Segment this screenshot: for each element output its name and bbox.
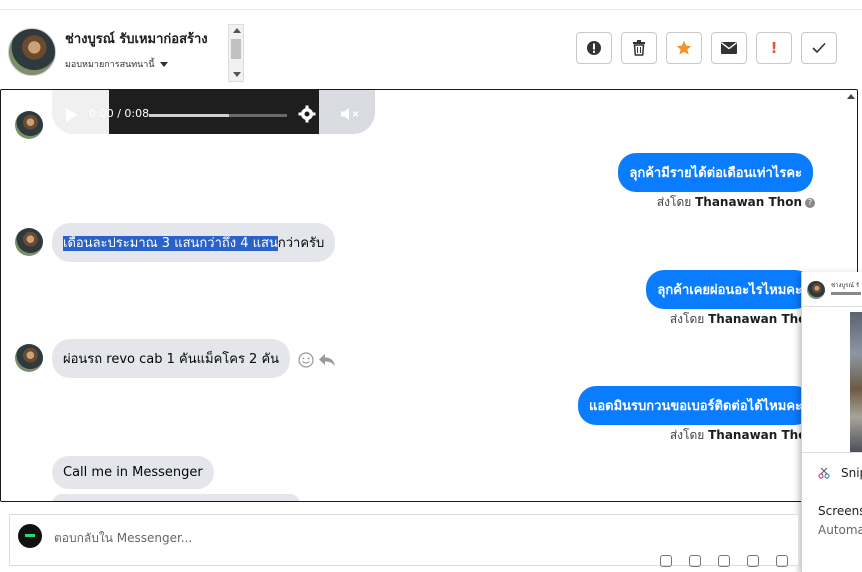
- conversation-header: ช่างบูรณ์ รับเหมาก่อสร้าง มอบหมายการสนทน…: [0, 10, 862, 88]
- incoming-message-partial[interactable]: [52, 494, 300, 501]
- preview-avatar: [807, 281, 825, 299]
- play-icon[interactable]: [66, 108, 77, 122]
- sent-by: ส่งโดย Thanawan Thon: [670, 310, 815, 329]
- tag-icon[interactable]: [776, 555, 788, 567]
- highlighted-text: เดือนละประมาณ 3 แสนกว่าถึง 4 แสน: [63, 236, 278, 251]
- sender-name: Thanawan Thon: [708, 312, 815, 326]
- delete-button[interactable]: [621, 32, 657, 64]
- snip-app-name: Snip: [841, 466, 862, 480]
- outgoing-message[interactable]: ลุกค้ามีรายได้ต่อเดือนเท่าไรคะ: [618, 153, 813, 192]
- envelope-icon: [721, 42, 737, 54]
- reply-composer[interactable]: ตอบกลับใน Messenger...: [9, 514, 799, 567]
- notification-body: Automa: [818, 523, 862, 537]
- mark-done-button[interactable]: [801, 32, 837, 64]
- assign-label: มอบหมายการสนทนานี้: [65, 60, 155, 70]
- scroll-up-icon[interactable]: [233, 28, 241, 33]
- reply-input[interactable]: ตอบกลับใน Messenger...: [54, 529, 192, 548]
- assign-conversation-dropdown[interactable]: มอบหมายการสนทนานี้: [65, 57, 168, 71]
- audio-progress-fill: [149, 114, 230, 117]
- check-icon: [812, 42, 826, 54]
- emoji-icon[interactable]: [747, 555, 759, 567]
- contact-avatar-small: [15, 344, 43, 372]
- contact-avatar-small: [15, 111, 43, 139]
- message-actions: [298, 352, 336, 368]
- scroll-down-icon[interactable]: [233, 72, 241, 77]
- screenshot-preview-popup[interactable]: ช่างบูรณ์ รั Snip Screens Automa: [801, 272, 862, 572]
- notification-title: Screens: [818, 504, 862, 518]
- scroll-thumb[interactable]: [231, 39, 241, 59]
- mark-unread-button[interactable]: [711, 32, 747, 64]
- exclamation-icon: !: [770, 39, 778, 57]
- emoji-react-icon[interactable]: [298, 352, 314, 368]
- message-thread[interactable]: 0:00 / 0:08 ลุกค้ามีรายได้ต่อเดือนเท่าไร…: [0, 89, 858, 502]
- contact-name[interactable]: ช่างบูรณ์ รับเหมาก่อสร้าง: [65, 28, 208, 49]
- trash-icon: [633, 40, 645, 56]
- mute-icon[interactable]: [340, 107, 362, 121]
- report-button[interactable]: [576, 32, 612, 64]
- audio-player[interactable]: 0:00 / 0:08: [52, 90, 375, 134]
- preview-divider: [802, 306, 862, 307]
- saved-reply-icon[interactable]: [718, 555, 730, 567]
- reply-icon[interactable]: [318, 353, 336, 367]
- help-icon[interactable]: ?: [805, 197, 815, 208]
- header-actions: !: [576, 32, 837, 66]
- snip-icon: [818, 467, 830, 479]
- header-scrollbar[interactable]: [228, 24, 244, 82]
- sent-by-label: ส่งโดย: [656, 195, 692, 209]
- preview-title: ช่างบูรณ์ รั: [831, 282, 860, 289]
- scroll-up-icon[interactable]: [847, 94, 855, 99]
- caret-down-icon: [159, 62, 168, 67]
- audio-progress-track[interactable]: [149, 114, 287, 117]
- preview-photo: [850, 312, 862, 452]
- sent-by-label: ส่งโดย: [669, 312, 705, 326]
- sender-name: Thanawan Thon: [708, 428, 815, 442]
- incoming-message[interactable]: ผ่อนรถ revo cab 1 คันแม็คโคร 2 คัน: [52, 339, 291, 378]
- incoming-message[interactable]: Call me in Messenger: [52, 456, 214, 489]
- contact-avatar-small: [15, 228, 43, 256]
- audio-time: 0:00 / 0:08: [89, 107, 150, 120]
- message-text: กว่าครับ: [277, 236, 325, 251]
- page-avatar: [18, 524, 42, 548]
- sent-by: ส่งโดย Thanawan Thon: [670, 426, 815, 445]
- star-button[interactable]: [666, 32, 702, 64]
- contact-avatar[interactable]: [8, 28, 56, 76]
- outgoing-message[interactable]: ลุกค้าเคยผ่อนอะไรไหมคะ: [646, 270, 813, 309]
- attach-icon[interactable]: [689, 555, 701, 567]
- sent-by-label: ส่งโดย: [669, 428, 705, 442]
- preview-divider: [802, 452, 862, 453]
- report-icon: [587, 41, 601, 55]
- gear-icon[interactable]: [298, 105, 316, 123]
- incoming-message[interactable]: เดือนละประมาณ 3 แสนกว่าถึง 4 แสนกว่าครับ: [52, 223, 336, 262]
- sender-name: Thanawan Thon: [695, 195, 802, 209]
- follow-up-button[interactable]: !: [756, 32, 792, 64]
- composer-tools: [660, 555, 788, 567]
- sent-by: ส่งโดย Thanawan Thon?: [657, 193, 815, 212]
- outgoing-message[interactable]: แอดมินรบกวนขอเบอร์ติดต่อได้ไหมคะ: [577, 386, 813, 425]
- star-icon: [676, 40, 692, 55]
- preview-subtitle: [831, 292, 861, 295]
- location-icon[interactable]: [660, 555, 672, 567]
